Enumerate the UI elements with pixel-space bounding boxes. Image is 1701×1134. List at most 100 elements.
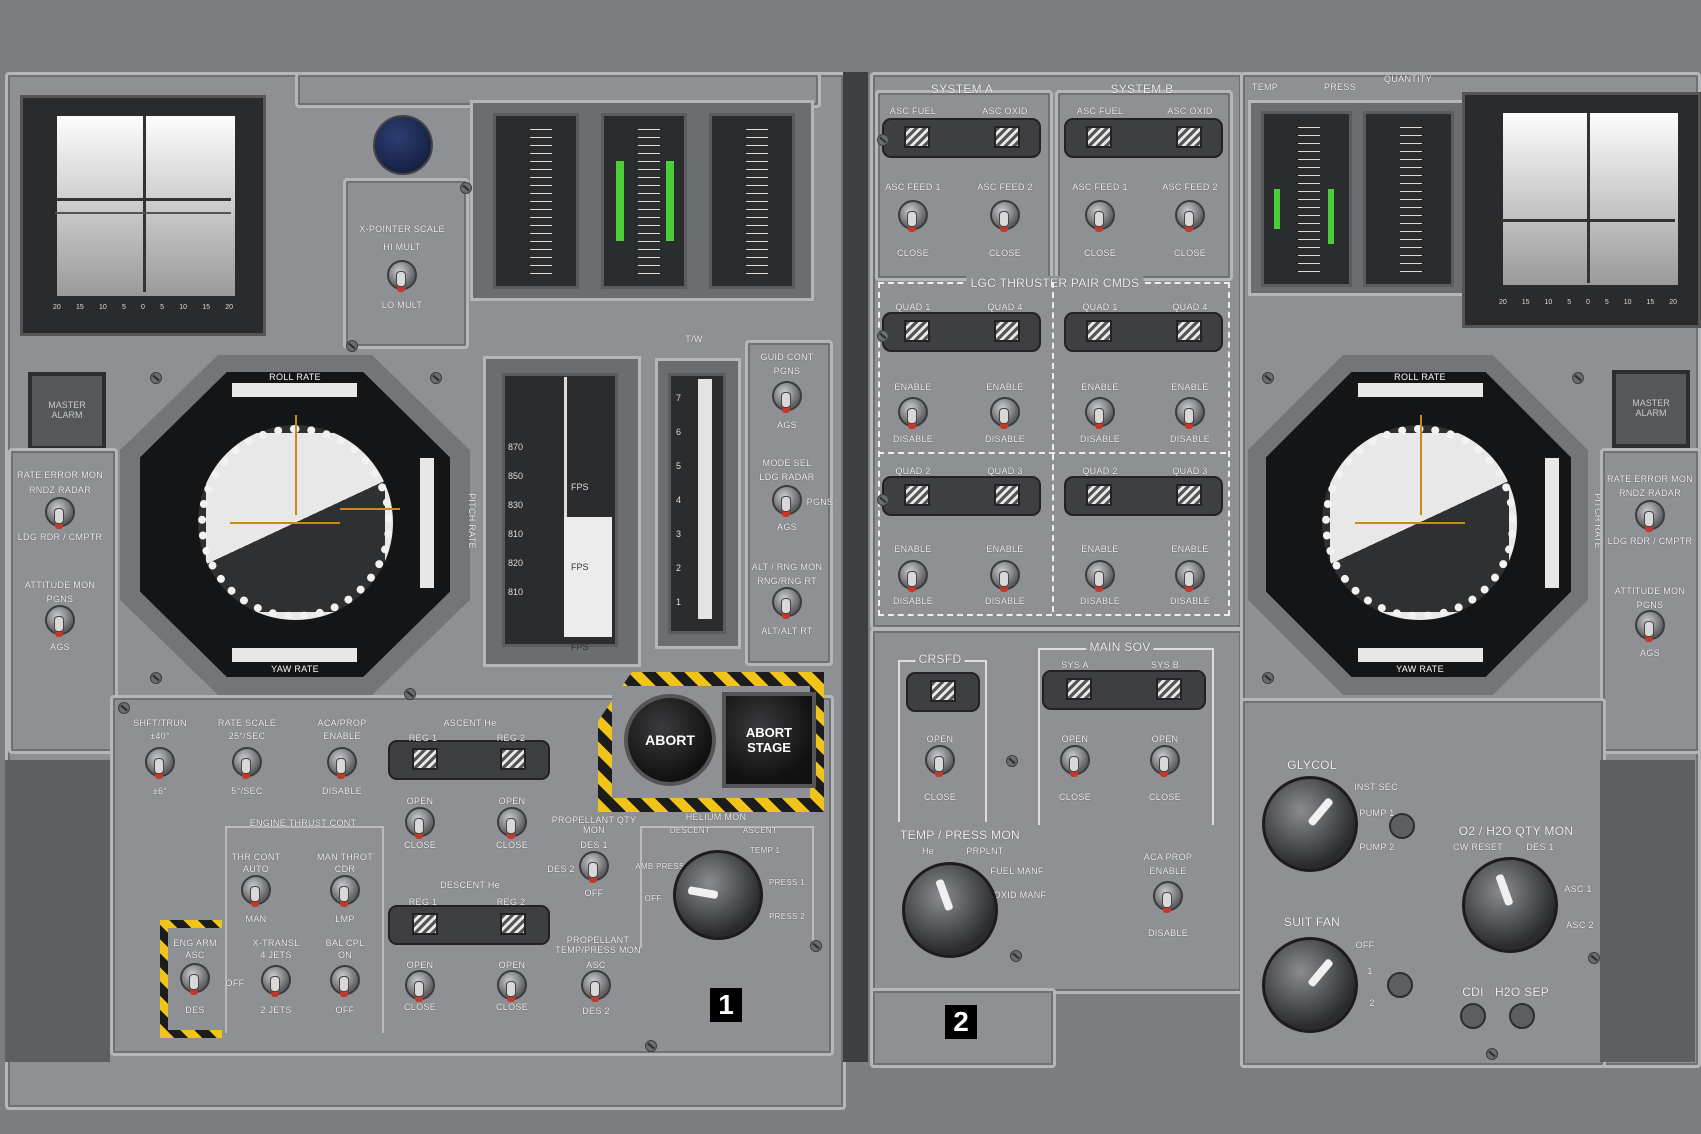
- man-throt-down: LMP: [335, 914, 355, 924]
- crsfd-switch[interactable]: [925, 745, 955, 775]
- lgc-thruster-title: LGC THRUSTER PAIR CMDS: [966, 276, 1144, 290]
- green-band-left: [616, 161, 624, 241]
- tape-gauge-2: [601, 113, 687, 289]
- system-b-feed2-switch[interactable]: [1175, 200, 1205, 230]
- quad-enable-switch[interactable]: [1175, 560, 1205, 590]
- tw-tick: 7: [676, 393, 682, 403]
- glycol-item-pump2: PUMP 2: [1359, 842, 1395, 852]
- tape-gauges-top: [470, 100, 814, 301]
- system-b-feed1-close: CLOSE: [1083, 248, 1117, 258]
- rate-scale-title: RATE SCALE: [217, 718, 277, 728]
- rate-error-mon-switch-r[interactable]: [1635, 500, 1665, 530]
- quad-enable-switch[interactable]: [898, 397, 928, 427]
- cdi-label: CDI: [1462, 985, 1484, 999]
- screw-icon: [1262, 672, 1274, 684]
- suit-fan-knob[interactable]: [1262, 937, 1358, 1033]
- green-band-left: [1274, 189, 1280, 229]
- panel2-aca-prop-switch[interactable]: [1153, 881, 1183, 911]
- ascent-he-reg2-switch[interactable]: [497, 807, 527, 837]
- main-sov-a-switch[interactable]: [1060, 745, 1090, 775]
- quad-enable-switch[interactable]: [1175, 397, 1205, 427]
- quad-flag: [1086, 320, 1112, 342]
- system-a-asc-fuel: ASC FUEL: [889, 106, 937, 116]
- bal-cpl-switch[interactable]: [330, 965, 360, 995]
- helium-mon-knob[interactable]: [673, 850, 763, 940]
- disable-label: DISABLE: [1079, 434, 1121, 444]
- x-pointer-hline-2: [55, 212, 231, 214]
- mode-sel-switch[interactable]: [772, 485, 802, 515]
- helium-mon-title: HELIUM MON: [685, 812, 747, 822]
- system-b-feed2: ASC FEED 2: [1162, 182, 1218, 192]
- fdai-right-bottom-label: YAW RATE: [1396, 664, 1444, 674]
- crossbar-tick: 15: [202, 304, 211, 311]
- rate-error-mon-switch[interactable]: [45, 497, 75, 527]
- fdai-right-needle-v: [1420, 415, 1422, 515]
- quad-flags-row2-a: [882, 476, 1041, 516]
- master-alarm-button-right[interactable]: MASTER ALARM: [1612, 370, 1690, 448]
- quad-label: QUAD 3: [1172, 466, 1208, 476]
- ascent-he-reg1-switch[interactable]: [405, 807, 435, 837]
- temp-press-mon-knob[interactable]: [902, 862, 998, 958]
- crossbar-tick: 5: [1567, 299, 1572, 306]
- aca-prop-switch[interactable]: [327, 747, 357, 777]
- quad-enable-switch[interactable]: [1085, 560, 1115, 590]
- screw-icon: [460, 182, 472, 194]
- descent-he-reg2-switch[interactable]: [497, 970, 527, 1000]
- crossbar-tick: 10: [1623, 299, 1632, 306]
- quad-enable-switch[interactable]: [990, 397, 1020, 427]
- attitude-mon-title-r: ATTITUDE MON: [1614, 586, 1686, 596]
- thr-cont-down: MAN: [245, 914, 267, 924]
- master-alarm-button-left[interactable]: MASTER ALARM: [28, 372, 106, 450]
- descent-he-reg1-switch[interactable]: [405, 970, 435, 1000]
- screw-icon: [877, 494, 889, 506]
- attitude-mon-up: PGNS: [46, 594, 74, 604]
- rate-scale-switch[interactable]: [232, 747, 262, 777]
- quad-flag: [904, 484, 930, 506]
- system-b-feed1-switch[interactable]: [1085, 200, 1115, 230]
- guid-cont-switch[interactable]: [772, 381, 802, 411]
- thr-cont-switch[interactable]: [241, 875, 271, 905]
- quad-label: QUAD 2: [895, 466, 931, 476]
- eng-arm-switch[interactable]: [180, 963, 210, 993]
- system-a-feed2-switch[interactable]: [990, 200, 1020, 230]
- helium-mon-item-descent: DESCENT: [669, 826, 711, 835]
- quad-enable-switch[interactable]: [898, 560, 928, 590]
- abort-button[interactable]: ABORT: [624, 694, 716, 786]
- main-sov-open-a: OPEN: [1061, 734, 1089, 744]
- quad-flags-row1-a: [882, 312, 1041, 352]
- suit-fan-item-1: 1: [1367, 966, 1373, 976]
- propellant-temp-mon-switch[interactable]: [581, 970, 611, 1000]
- propellant-qty-mon-switch[interactable]: [579, 851, 609, 881]
- main-sov-close-a: CLOSE: [1058, 792, 1092, 802]
- attitude-mon-switch-r[interactable]: [1635, 610, 1665, 640]
- system-a-feed2: ASC FEED 2: [977, 182, 1033, 192]
- glycol-title: GLYCOL: [1287, 758, 1337, 772]
- shift-truncate-switch[interactable]: [145, 747, 175, 777]
- alt-rng-mon-switch[interactable]: [772, 587, 802, 617]
- attitude-mon-switch[interactable]: [45, 605, 75, 635]
- shift-truncate-up: ±40°: [150, 731, 170, 741]
- abort-stage-button[interactable]: ABORT STAGE: [722, 692, 816, 788]
- thr-cont-up: AUTO: [242, 864, 270, 874]
- crossbar-tick: 20: [1669, 299, 1677, 306]
- man-throt-up: CDR: [334, 864, 356, 874]
- screw-icon: [877, 330, 889, 342]
- glycol-knob[interactable]: [1262, 776, 1358, 872]
- thr-cont-title: THR CONT: [231, 852, 281, 862]
- system-b-asc-fuel-flag: [1086, 126, 1112, 148]
- tape-scale: [530, 124, 552, 274]
- ascent-he-reg1: REG 1: [408, 733, 438, 743]
- abort-stage-label: ABORT STAGE: [745, 725, 793, 755]
- quad-enable-switch[interactable]: [990, 560, 1020, 590]
- ascent-he-open-1: OPEN: [406, 796, 434, 806]
- o2-h2o-item-cw-reset: CW RESET: [1453, 842, 1503, 852]
- o2-h2o-qty-mon-knob[interactable]: [1462, 857, 1558, 953]
- x-pointer-scale-switch[interactable]: [387, 260, 417, 290]
- quad-enable-switch[interactable]: [1085, 397, 1115, 427]
- system-a-feed1-switch[interactable]: [898, 200, 928, 230]
- temp-press-item-fuel-manf: FUEL MANF: [990, 866, 1044, 876]
- man-throt-switch[interactable]: [330, 875, 360, 905]
- main-sov-b-switch[interactable]: [1150, 745, 1180, 775]
- x-transl-switch[interactable]: [261, 965, 291, 995]
- x-pointer-screen: [1497, 107, 1684, 291]
